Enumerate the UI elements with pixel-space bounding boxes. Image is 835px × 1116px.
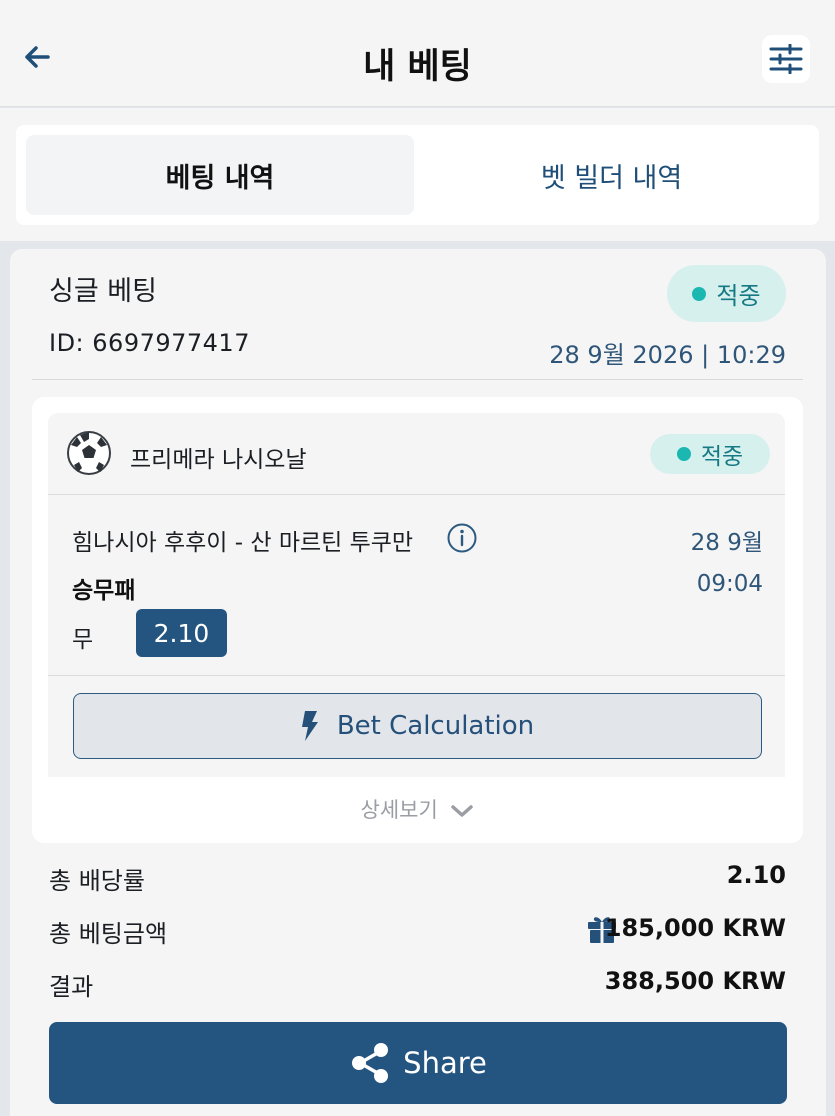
stake-value: 185,000 KRW — [604, 914, 786, 942]
event-status-badge: 적중 — [650, 434, 770, 474]
chevron-down-icon — [451, 805, 474, 817]
market-name: 승무패 — [72, 578, 136, 604]
odds-badge: 2.10 — [136, 609, 227, 657]
tab-bar: 베팅 내역 벳 빌더 내역 — [16, 125, 819, 225]
sliders-icon — [769, 44, 803, 74]
divider — [32, 379, 803, 380]
match-time: 09:04 — [696, 571, 763, 597]
match-name: 힘나시아 후후이 - 산 마르틴 투쿠만 — [72, 530, 414, 556]
tabs-area: 베팅 내역 벳 빌더 내역 — [0, 108, 835, 241]
bet-details-panel: 프리메라 나시오날 적중 힘나시아 후후이 - 산 마르틴 투쿠만 28 9월 … — [32, 397, 803, 843]
status-text: 적중 — [716, 282, 761, 310]
details-label: 상세보기 — [360, 798, 438, 822]
total-odds-label: 총 배당률 — [49, 867, 145, 895]
status-dot-icon — [692, 286, 707, 301]
bet-datetime: 28 9월 2026 | 10:29 — [549, 341, 786, 369]
lightning-icon — [301, 711, 318, 741]
details-toggle[interactable]: 상세보기 — [32, 794, 803, 824]
stake-label: 총 베팅금액 — [49, 920, 168, 948]
bet-type: 싱글 베팅 — [49, 276, 157, 307]
tab-bet-builder-history[interactable]: 벳 빌더 내역 — [414, 135, 809, 215]
page-title: 내 베팅 — [363, 47, 472, 87]
status-badge: 적중 — [667, 265, 786, 322]
selection: 무 — [72, 627, 94, 653]
share-label: Share — [403, 1046, 487, 1080]
divider — [48, 494, 785, 495]
bet-calculation-label: Bet Calculation — [336, 711, 535, 741]
event-box: 프리메라 나시오날 적중 힘나시아 후후이 - 산 마르틴 투쿠만 28 9월 … — [48, 413, 785, 777]
result-value: 388,500 KRW — [604, 967, 786, 995]
bet-id: ID: 6697977417 — [49, 329, 250, 357]
app-header: 내 베팅 — [0, 0, 835, 107]
share-button[interactable]: Share — [49, 1022, 787, 1104]
league-name: 프리메라 나시오날 — [130, 447, 307, 473]
divider — [48, 675, 785, 676]
status-dot-icon — [676, 447, 691, 461]
bet-card: 싱글 베팅 적중 ID: 6697977417 28 9월 2026 | 10:… — [10, 249, 826, 1116]
result-label: 결과 — [49, 973, 94, 1001]
soccer-ball-icon — [67, 431, 111, 475]
filter-button[interactable] — [762, 35, 810, 83]
match-date: 28 9월 — [690, 530, 763, 556]
info-icon[interactable] — [446, 522, 478, 554]
total-odds-value: 2.10 — [726, 861, 786, 889]
event-status-text: 적중 — [700, 444, 744, 470]
tab-bet-history[interactable]: 베팅 내역 — [26, 135, 414, 215]
bet-calculation-button[interactable]: Bet Calculation — [73, 693, 762, 759]
share-icon — [352, 1043, 389, 1083]
